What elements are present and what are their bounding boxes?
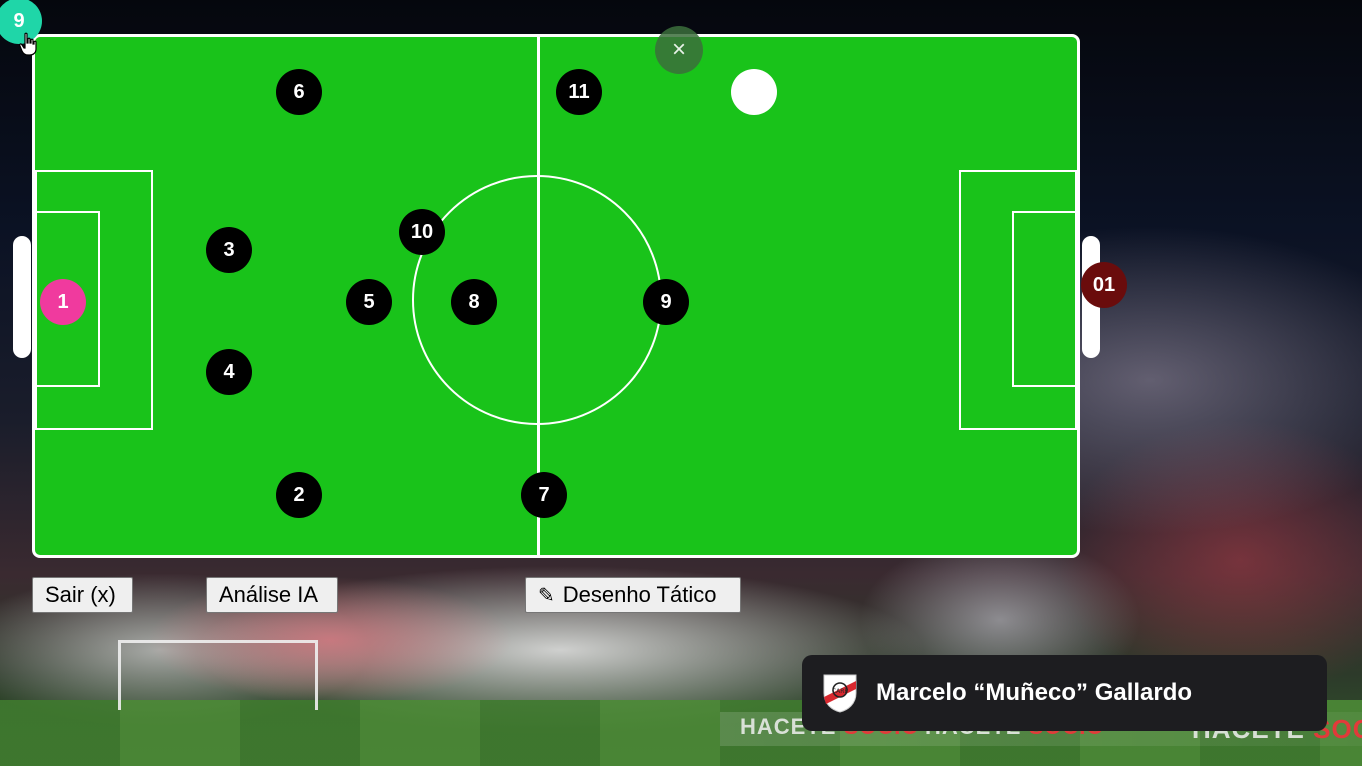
player-token[interactable]: 8 [451,279,497,325]
opponent-token[interactable]: 01 [1081,262,1127,308]
exit-button[interactable]: Sair (x) [32,577,133,613]
player-token[interactable]: 6 [276,69,322,115]
player-token[interactable]: 4 [206,349,252,395]
ball-token[interactable] [731,69,777,115]
svg-text:CARP: CARP [832,688,848,695]
left-side-handle[interactable] [13,236,31,358]
hand-cursor-icon [19,32,37,56]
player-token[interactable]: 7 [521,472,567,518]
player-token[interactable]: 10 [399,209,445,255]
center-circle [412,175,662,425]
player-token[interactable]: 3 [206,227,252,273]
river-plate-crest-icon: CARP [823,674,857,713]
ai-analysis-button[interactable]: Análise IA [206,577,338,613]
player-token[interactable]: 2 [276,472,322,518]
coach-name: Marcelo “Muñeco” Gallardo [876,679,1193,706]
player-token[interactable]: 5 [346,279,392,325]
player-token[interactable]: 1 [40,279,86,325]
close-icon: × [671,36,686,63]
tactical-drawing-button-label: Desenho Tático [562,582,717,607]
exit-button-label: Sair (x) [45,582,116,607]
ai-analysis-button-label: Análise IA [219,582,319,607]
background-goal [118,640,318,710]
player-token[interactable]: 9 [643,279,689,325]
tactical-drawing-button[interactable]: ✎ Desenho Tático [525,577,741,613]
right-goal-area [1012,211,1077,387]
player-token[interactable]: 11 [556,69,602,115]
close-button[interactable]: × [655,26,703,74]
coach-card: CARP Marcelo “Muñeco” Gallardo [802,655,1327,731]
pencil-icon: ✎ [538,583,555,607]
